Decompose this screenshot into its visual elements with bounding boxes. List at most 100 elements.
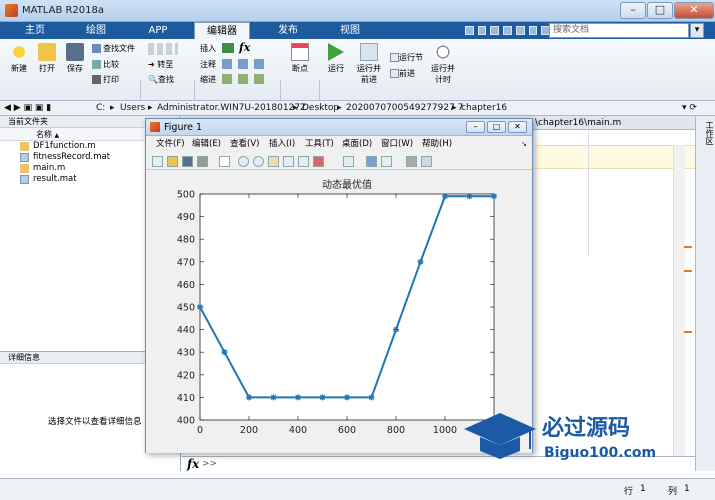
menu-insert[interactable]: 插入(I) xyxy=(269,137,295,152)
dock-arrow-icon[interactable]: ↘ xyxy=(521,137,527,152)
function-browser-icon[interactable]: fx xyxy=(187,457,199,471)
cut-quick-icon[interactable] xyxy=(477,26,487,35)
new-label: 新建 xyxy=(11,64,27,73)
print-button[interactable]: 打印 xyxy=(92,74,119,85)
figure-maximize-button[interactable]: □ xyxy=(487,121,506,133)
details-empty-text: 选择文件以查看详细信息 xyxy=(48,417,142,427)
breakpoints-button[interactable]: 断点 xyxy=(286,43,314,74)
copy-quick-icon[interactable] xyxy=(490,26,500,35)
search-dropdown-button[interactable]: ▾ xyxy=(690,23,704,38)
data-cursor-icon[interactable] xyxy=(298,156,309,167)
tab-home[interactable]: 主页 xyxy=(10,22,60,39)
new-button[interactable]: 新建 xyxy=(6,43,32,74)
print-figure-icon[interactable] xyxy=(197,156,208,167)
open-file-icon[interactable] xyxy=(167,156,178,167)
breadcrumb-chapter[interactable]: chapter16 xyxy=(461,101,507,116)
insert-function-button[interactable]: fx xyxy=(239,41,250,54)
editor-ribbon: 新建 打开 保存 查找文件 比较 打印 文件 ➜ 转至 🔍查找 导航 插入 注释… xyxy=(0,39,715,139)
menu-help[interactable]: 帮助(H) xyxy=(422,137,452,152)
find-files-button[interactable]: 查找文件 xyxy=(92,43,135,54)
comment-button[interactable]: 注释 xyxy=(200,59,216,70)
address-dropdown-icon[interactable]: ▾ ⟳ xyxy=(682,101,697,116)
breadcrumb-users[interactable]: Users xyxy=(120,101,145,116)
paste-quick-icon[interactable] xyxy=(503,26,512,35)
warning-marker[interactable] xyxy=(684,246,692,248)
save-figure-icon[interactable] xyxy=(182,156,193,167)
tab-editor[interactable]: 编辑器 xyxy=(194,22,250,39)
brush-icon[interactable] xyxy=(313,156,324,167)
warning-marker[interactable] xyxy=(684,331,692,333)
advance-button[interactable]: 前进 xyxy=(390,68,415,79)
workspace-side-tab[interactable]: 工作区 xyxy=(695,116,715,471)
insert-button[interactable]: 插入 xyxy=(200,43,216,54)
comment-tools-icons[interactable] xyxy=(222,59,268,69)
tab-publish[interactable]: 发布 xyxy=(262,22,314,39)
redo-quick-icon[interactable] xyxy=(528,26,538,35)
breadcrumb-user[interactable]: Administrator.WIN7U-20180127Z xyxy=(157,101,306,116)
chart-title: 动态最优值 xyxy=(322,178,372,191)
warning-marker[interactable] xyxy=(684,270,692,272)
nav-arrows-icons[interactable]: ◀ ▶ ▣ ▣ ▮ xyxy=(4,101,51,116)
figure-minimize-button[interactable]: – xyxy=(466,121,485,133)
mat-file-icon xyxy=(20,175,29,184)
save-button[interactable]: 保存 xyxy=(62,43,88,74)
x-tick-label: 800 xyxy=(387,425,405,436)
maximize-button[interactable]: □ xyxy=(647,2,673,19)
indent-button[interactable]: 缩进 xyxy=(200,74,216,85)
run-and-time-button[interactable]: 运行并 计时 xyxy=(428,43,458,85)
rotate-3d-icon[interactable] xyxy=(283,156,294,167)
close-button[interactable]: ✕ xyxy=(674,2,714,19)
zoom-out-icon[interactable] xyxy=(253,156,264,167)
pan-hand-icon[interactable] xyxy=(268,156,279,167)
new-figure-icon[interactable] xyxy=(152,156,163,167)
menu-desktop[interactable]: 桌面(D) xyxy=(342,137,372,152)
data-point-marker xyxy=(319,394,326,401)
run-button[interactable]: 运行 xyxy=(324,43,348,74)
menu-edit[interactable]: 编辑(E) xyxy=(192,137,221,152)
colorbar-icon[interactable] xyxy=(366,156,377,167)
figure-close-button[interactable]: ✕ xyxy=(508,121,527,133)
hide-plot-tools-icon[interactable] xyxy=(406,156,417,167)
menu-file[interactable]: 文件(F) xyxy=(156,137,185,152)
menu-tools[interactable]: 工具(T) xyxy=(305,137,334,152)
m-file-icon xyxy=(20,164,29,173)
breadcrumb-folder[interactable]: 2020070700549277927 7 xyxy=(346,101,463,116)
save-quick-icon[interactable] xyxy=(465,26,474,35)
find-button[interactable]: 🔍查找 xyxy=(148,74,174,85)
tab-apps[interactable]: APP xyxy=(132,22,184,39)
watermark-url: Biguo100.com xyxy=(544,445,656,461)
breadcrumb-desktop[interactable]: Desktop xyxy=(302,101,339,116)
data-point-marker xyxy=(221,349,228,356)
insert-section-icon[interactable] xyxy=(222,43,234,53)
menu-view[interactable]: 查看(V) xyxy=(230,137,259,152)
menu-window[interactable]: 窗口(W) xyxy=(381,137,413,152)
show-plot-tools-icon[interactable] xyxy=(421,156,432,167)
link-plot-icon[interactable] xyxy=(343,156,354,167)
legend-icon[interactable] xyxy=(381,156,392,167)
data-point-marker xyxy=(417,258,424,265)
biguo-watermark: 必过源码 Biguo100.com xyxy=(464,413,656,461)
find-label: 查找 xyxy=(157,75,174,84)
sort-arrow-icon[interactable]: ▲ xyxy=(55,132,60,139)
search-documentation-input[interactable]: 搜索文档 xyxy=(549,23,689,38)
breadcrumb-sep: ▸ xyxy=(110,103,115,113)
minimize-button[interactable]: – xyxy=(620,2,646,19)
run-and-advance-button[interactable]: 运行并 前进 xyxy=(354,43,384,85)
back-forward-icons[interactable] xyxy=(148,43,178,55)
file-name: fitnessRecord.mat xyxy=(33,152,111,162)
open-folder-icon xyxy=(38,43,56,61)
open-button[interactable]: 打开 xyxy=(34,43,60,74)
breadcrumb-drive[interactable]: C: xyxy=(96,101,105,116)
data-point-marker xyxy=(368,394,375,401)
tab-plots[interactable]: 绘图 xyxy=(70,22,122,39)
compare-button[interactable]: 比较 xyxy=(92,59,119,70)
undo-quick-icon[interactable] xyxy=(515,26,525,35)
window-title: MATLAB R2018a xyxy=(22,5,105,16)
zoom-in-icon[interactable] xyxy=(238,156,249,167)
pointer-icon[interactable] xyxy=(219,156,230,167)
indent-tools-icons[interactable] xyxy=(222,74,268,84)
goto-button[interactable]: ➜ 转至 xyxy=(148,59,173,70)
tab-view[interactable]: 视图 xyxy=(324,22,376,39)
address-bar[interactable]: ◀ ▶ ▣ ▣ ▮ C: ▸ Users ▸ Administrator.WIN… xyxy=(0,101,715,116)
run-section-button[interactable]: 运行节 xyxy=(390,52,423,63)
